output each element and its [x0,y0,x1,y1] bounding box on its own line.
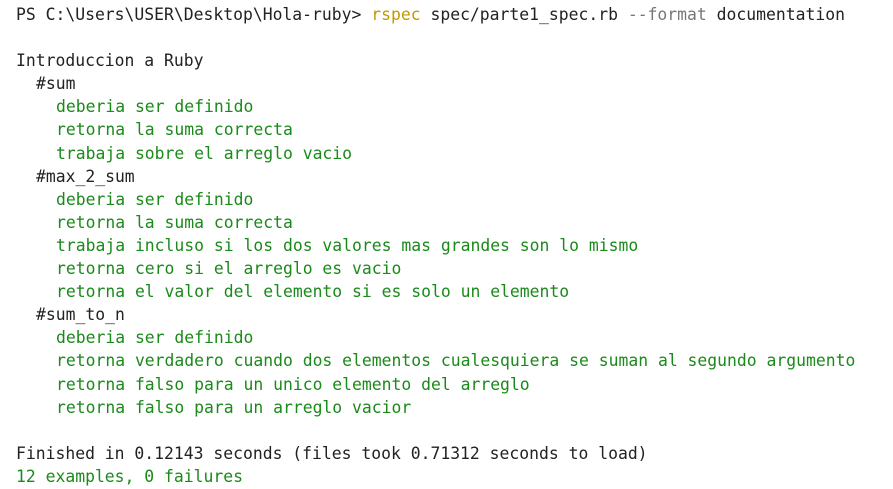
example-line: trabaja sobre el arreglo vacio [56,143,353,163]
example-line: retorna falso para un unico elemento del… [56,374,530,394]
terminal-window[interactable]: PS C:\Users\USER\Desktop\Hola-ruby> rspe… [0,0,893,489]
suite-title: Introduccion a Ruby [16,51,204,71]
finished-summary: Finished in 0.12143 seconds (files took … [16,443,648,463]
example-line: retorna la suma correcta [56,120,293,140]
example-line: trabaja incluso si los dos valores mas g… [56,235,639,255]
command-flag: --format [627,5,707,24]
prompt-path: PS C:\Users\USER\Desktop\Hola-ruby> [16,5,372,24]
example-line: retorna falso para un arreglo vacior [56,397,412,417]
example-line: retorna cero si el arreglo es vacio [56,259,402,279]
command-args: spec/parte1_spec.rb [420,5,628,24]
command-flag-value: documentation [706,5,845,24]
group-title: #max_2_sum [36,166,135,186]
example-line: retorna la suma correcta [56,212,293,232]
result-summary: 12 examples, 0 failures [16,466,243,486]
group-title: #sum [36,74,76,94]
prompt-line: PS C:\Users\USER\Desktop\Hola-ruby> rspe… [16,3,893,26]
group-title: #sum_to_n [36,305,125,325]
example-line: deberia ser definido [56,97,254,117]
command-name: rspec [371,5,421,24]
example-line: retorna el valor del elemento si es solo… [56,282,570,302]
example-line: deberia ser definido [56,328,254,348]
example-line: retorna verdadero cuando dos elementos c… [56,351,856,371]
example-line: deberia ser definido [56,189,254,209]
